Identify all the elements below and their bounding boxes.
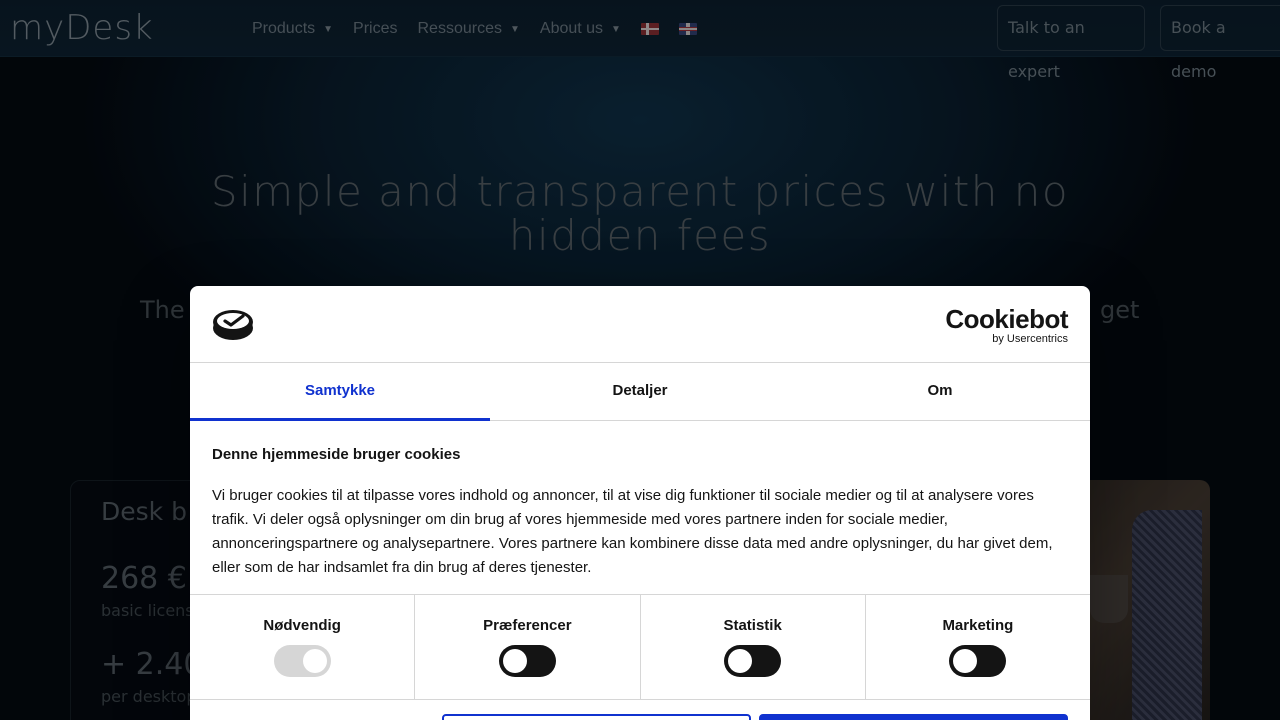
category-preferences: Præferencer (415, 595, 641, 699)
category-necessary: Nødvendig (190, 595, 416, 699)
cookie-logo-icon (213, 310, 253, 340)
statistics-toggle[interactable] (724, 645, 782, 677)
cookie-category-toggles: Nødvendig Præferencer Statistik Marketin… (190, 594, 1090, 700)
cookiebot-logo[interactable]: Cookiebot by Usercentrics (945, 306, 1068, 345)
category-statistics: Statistik (641, 595, 866, 699)
cookie-dialog-header: Cookiebot by Usercentrics (190, 286, 1090, 363)
marketing-toggle[interactable] (949, 645, 1007, 677)
tab-samtykke[interactable]: Samtykke (190, 363, 490, 421)
necessary-toggle (273, 645, 331, 677)
preferences-toggle[interactable] (498, 645, 556, 677)
category-marketing-label: Marketing (942, 617, 1014, 634)
cookie-consent-dialog: Cookiebot by Usercentrics Samtykke Detal… (190, 286, 1090, 720)
cookie-dialog-paragraph: Vi bruger cookies til at tilpasse vores … (212, 487, 1053, 576)
allow-selection-button[interactable] (442, 714, 751, 720)
category-statistics-label: Statistik (723, 617, 782, 634)
category-preferences-label: Præferencer (483, 617, 572, 634)
cookie-action-buttons (442, 714, 1068, 720)
cookie-dialog-heading: Denne hjemmeside bruger cookies (212, 446, 461, 463)
tab-detaljer[interactable]: Detaljer (490, 363, 790, 420)
category-marketing: Marketing (866, 595, 1090, 699)
tab-om[interactable]: Om (790, 363, 1090, 420)
cookie-dialog-tabs: Samtykke Detaljer Om (190, 363, 1090, 421)
allow-all-button[interactable] (759, 714, 1068, 720)
category-necessary-label: Nødvendig (263, 617, 341, 634)
cookiebot-brand-name: Cookiebot (945, 304, 1068, 334)
cookie-dialog-body: Denne hjemmeside bruger cookies Vi bruge… (212, 446, 1068, 580)
cookiebot-brand-by: by Usercentrics (992, 333, 1068, 345)
